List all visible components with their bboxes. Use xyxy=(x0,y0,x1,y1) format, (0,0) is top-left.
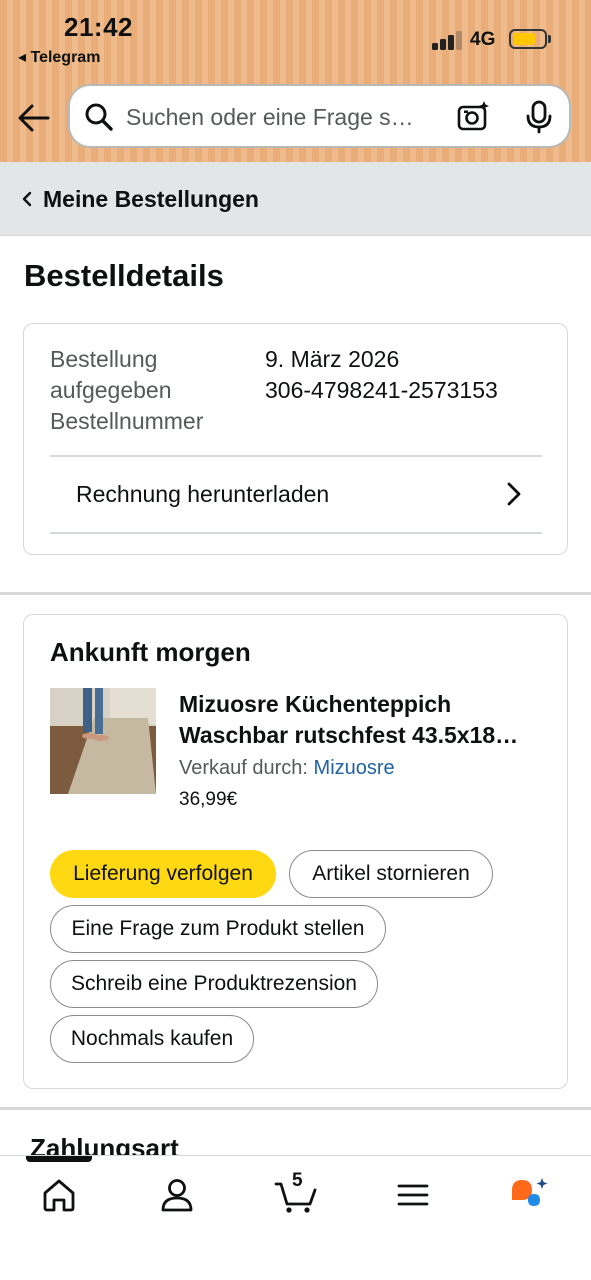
delivery-status-title: Ankunft morgen xyxy=(50,637,251,667)
page-title: Bestelldetails xyxy=(24,258,224,293)
battery-nub xyxy=(548,35,551,43)
ask-product-question-button[interactable]: Eine Frage zum Produkt stellen xyxy=(50,905,386,953)
order-number: 306-4798241-2573153 xyxy=(265,377,498,403)
breadcrumb-label: Meine Bestellungen xyxy=(43,186,259,212)
product-title-line1: Mizuosre Küchenteppich xyxy=(179,691,452,717)
app-header: 21:42 ◂ Telegram 4G xyxy=(0,0,591,162)
order-number-label: Bestellnummer xyxy=(50,408,204,434)
seller-link[interactable]: Mizuosre xyxy=(314,757,395,779)
assistant-icon[interactable] xyxy=(508,1176,552,1214)
write-review-button[interactable]: Schreib eine Produktrezension xyxy=(50,960,378,1008)
active-tab-indicator xyxy=(26,1156,92,1162)
order-info-labels: Bestellung aufgegeben Bestellnummer xyxy=(50,344,230,437)
bottom-tab-bar: 5 xyxy=(0,1155,591,1280)
buy-again-button[interactable]: Nochmals kaufen xyxy=(50,1015,254,1063)
search-icon xyxy=(85,103,113,131)
battery-icon xyxy=(509,29,547,49)
product-photo-graphic xyxy=(50,688,156,794)
product-image[interactable] xyxy=(50,688,156,794)
divider-line xyxy=(50,532,542,534)
menu-icon[interactable] xyxy=(394,1176,432,1214)
chevron-right-icon xyxy=(507,482,521,506)
signal-icon xyxy=(432,30,464,50)
order-placed-label-line1: Bestellung xyxy=(50,346,158,372)
camera-search-icon[interactable] xyxy=(456,100,490,134)
account-icon[interactable] xyxy=(158,1176,196,1214)
seller-info: Verkauf durch: Mizuosre xyxy=(179,757,395,780)
section-divider xyxy=(0,592,591,595)
track-delivery-button[interactable]: Lieferung verfolgen xyxy=(50,850,276,898)
search-bar[interactable] xyxy=(68,84,571,148)
product-title-line2: Waschbar rutschfest 43.5x18… xyxy=(179,722,519,748)
home-icon[interactable] xyxy=(40,1176,78,1214)
download-invoice-label: Rechnung herunterladen xyxy=(76,481,330,507)
order-info-card: Bestellung aufgegeben Bestellnummer 9. M… xyxy=(23,323,568,555)
search-input[interactable] xyxy=(126,101,426,133)
microphone-icon[interactable] xyxy=(522,100,556,134)
chevron-left-icon xyxy=(22,191,32,207)
product-price: 36,99€ xyxy=(179,789,238,810)
order-info-values: 9. März 2026 306-4798241-2573153 xyxy=(265,344,498,406)
cart-icon[interactable] xyxy=(274,1176,318,1214)
shipment-card: Ankunft morgen Mizuosre Küchenteppich Wa… xyxy=(23,614,568,1089)
network-type: 4G xyxy=(470,29,496,50)
breadcrumb[interactable]: Meine Bestellungen xyxy=(0,162,591,236)
cancel-item-button[interactable]: Artikel stornieren xyxy=(289,850,493,898)
status-time: 21:42 xyxy=(64,12,133,42)
order-placed-label-line2: aufgegeben xyxy=(50,377,172,403)
section-divider xyxy=(0,1107,591,1110)
back-arrow-icon[interactable] xyxy=(16,100,52,136)
download-invoice-row[interactable]: Rechnung herunterladen xyxy=(50,456,542,534)
product-title[interactable]: Mizuosre Küchenteppich Waschbar rutschfe… xyxy=(179,689,549,751)
seller-prefix: Verkauf durch: xyxy=(179,757,308,779)
back-to-telegram[interactable]: ◂ Telegram xyxy=(18,47,100,67)
order-date: 9. März 2026 xyxy=(265,346,400,372)
